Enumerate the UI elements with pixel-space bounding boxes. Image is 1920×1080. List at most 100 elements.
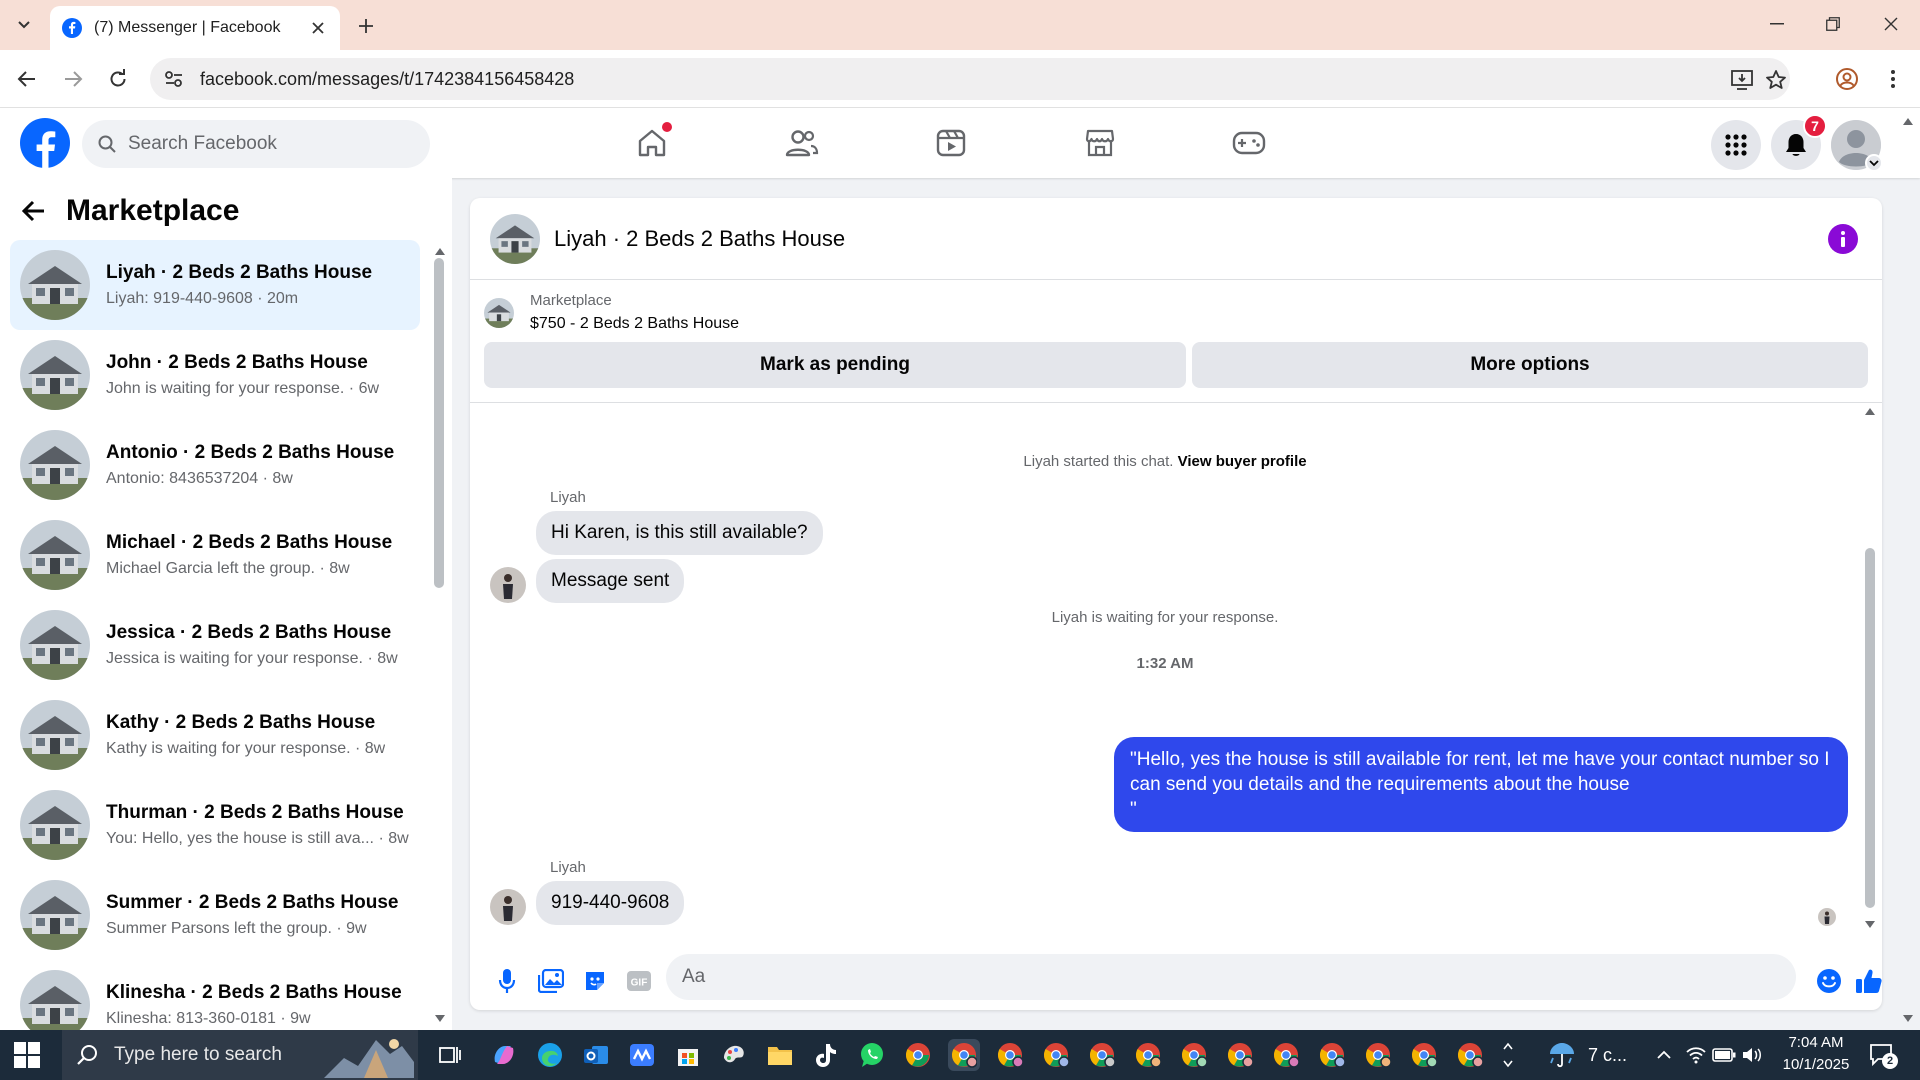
nav-video[interactable] (911, 118, 991, 168)
chrome-profile-app[interactable] (1454, 1039, 1486, 1071)
show-hidden-icons-button[interactable] (1648, 1039, 1680, 1071)
conversation-info-button[interactable] (1828, 224, 1858, 254)
listing-summary[interactable]: Marketplace $750 - 2 Beds 2 Baths House (484, 292, 739, 333)
facebook-logo[interactable] (20, 118, 70, 168)
conversation-item[interactable]: Jessica · 2 Beds 2 Baths House Jessica i… (10, 600, 420, 690)
profile-button[interactable] (1832, 64, 1862, 94)
attach-photo-button[interactable] (536, 966, 566, 996)
conversation-item[interactable]: Liyah · 2 Beds 2 Baths House Liyah: 919-… (10, 240, 420, 330)
conversation-item[interactable]: Antonio · 2 Beds 2 Baths House Antonio: … (10, 420, 420, 510)
install-app-button[interactable] (1730, 68, 1754, 92)
scroll-up-arrow-icon[interactable] (1864, 406, 1876, 416)
outgoing-message[interactable]: "Hello, yes the house is still available… (1114, 737, 1848, 832)
chrome-profile-app[interactable] (1362, 1039, 1394, 1071)
sidebar-scrollbar-thumb[interactable] (434, 258, 444, 588)
chat-title[interactable]: Liyah · 2 Beds 2 Baths House (554, 226, 845, 252)
window-restore-button[interactable] (1810, 6, 1856, 42)
incoming-message[interactable]: Hi Karen, is this still available? (536, 511, 823, 555)
new-tab-button[interactable] (352, 12, 380, 40)
scroll-down-arrow-icon[interactable] (1864, 920, 1876, 930)
conversation-item[interactable]: Kathy · 2 Beds 2 Baths House Kathy is wa… (10, 690, 420, 780)
account-chevron[interactable] (1865, 154, 1883, 172)
notifications-button[interactable]: 7 (1771, 114, 1827, 170)
store-app[interactable] (672, 1039, 704, 1071)
tab-close-button[interactable] (308, 18, 328, 38)
chrome-profile-app[interactable] (1408, 1039, 1440, 1071)
clock-time[interactable]: 7:04 AM (1776, 1034, 1856, 1051)
chat-avatar[interactable] (490, 213, 540, 264)
window-minimize-button[interactable] (1754, 6, 1800, 42)
active-tab[interactable]: (7) Messenger | Facebook (50, 6, 340, 50)
whiteboard-app[interactable] (626, 1039, 658, 1071)
page-scroll-up-arrow-icon[interactable] (1902, 116, 1914, 126)
bookmark-button[interactable] (1764, 68, 1788, 92)
whatsapp-app[interactable] (856, 1039, 888, 1071)
volume-control[interactable] (1736, 1039, 1768, 1071)
chrome-profile-app[interactable] (994, 1039, 1026, 1071)
incoming-message[interactable]: Message sent (536, 559, 685, 603)
scroll-down-arrow-icon[interactable] (434, 1014, 446, 1024)
file-explorer-app[interactable] (764, 1039, 796, 1071)
incoming-message[interactable]: 919-440-9608 (536, 881, 685, 925)
tiktok-app[interactable] (810, 1039, 842, 1071)
weather-widget[interactable] (1546, 1039, 1578, 1071)
sticker-button[interactable] (580, 966, 610, 996)
back-button[interactable] (12, 64, 42, 94)
mark-as-pending-button[interactable]: Mark as pending (484, 342, 1186, 388)
chrome-profile-app[interactable] (1132, 1039, 1164, 1071)
weather-text[interactable]: 7 c... (1588, 1045, 1627, 1066)
send-like-button[interactable] (1854, 966, 1882, 996)
browser-toolbar: facebook.com/messages/t/1742384156458428 (0, 50, 1920, 108)
chrome-profile-app[interactable] (1040, 1039, 1072, 1071)
nav-friends[interactable] (762, 118, 842, 168)
windows-start-icon[interactable] (14, 1042, 40, 1068)
menu-button[interactable] (1711, 120, 1761, 170)
chrome-app[interactable] (902, 1039, 934, 1071)
chat-scrollbar-thumb[interactable] (1865, 548, 1875, 908)
chrome-profile-app[interactable] (1086, 1039, 1118, 1071)
conversation-item[interactable]: Thurman · 2 Beds 2 Baths House You: Hell… (10, 780, 420, 870)
edge-app[interactable] (534, 1039, 566, 1071)
conversation-item[interactable]: Michael · 2 Beds 2 Baths House Michael G… (10, 510, 420, 600)
notification-center-button[interactable]: 2 (1866, 1039, 1898, 1071)
chrome-profile-app[interactable] (1316, 1039, 1348, 1071)
message-input-box[interactable] (666, 954, 1796, 1000)
emoji-button[interactable] (1814, 966, 1844, 996)
page-scroll-down-arrow-icon[interactable] (1902, 1014, 1914, 1024)
clock-date[interactable]: 10/1/2025 (1776, 1056, 1856, 1073)
nav-marketplace[interactable] (1060, 118, 1140, 168)
voice-clip-button[interactable] (492, 966, 522, 996)
scroll-up-arrow-icon[interactable] (434, 246, 446, 256)
facebook-search-box[interactable] (82, 120, 430, 168)
view-buyer-profile-link[interactable]: View buyer profile (1178, 453, 1307, 470)
sender-avatar[interactable] (490, 889, 526, 925)
account-avatar[interactable] (1831, 120, 1883, 172)
nav-home[interactable] (612, 118, 692, 168)
forward-button[interactable] (58, 64, 88, 94)
address-bar[interactable]: facebook.com/messages/t/1742384156458428 (150, 58, 1790, 100)
conversation-item[interactable]: John · 2 Beds 2 Baths House John is wait… (10, 330, 420, 420)
more-options-button[interactable]: More options (1192, 342, 1868, 388)
chrome-profile-app[interactable] (1270, 1039, 1302, 1071)
conversation-item[interactable]: Klinesha · 2 Beds 2 Baths House Klinesha… (10, 960, 420, 1030)
sender-avatar[interactable] (490, 567, 526, 603)
outlook-app[interactable] (580, 1039, 612, 1071)
tab-search-button[interactable] (10, 12, 38, 38)
conversation-item[interactable]: Summer · 2 Beds 2 Baths House Summer Par… (10, 870, 420, 960)
taskbar-overflow-arrows[interactable] (1500, 1039, 1516, 1071)
chrome-profile-app[interactable] (1178, 1039, 1210, 1071)
message-input[interactable] (682, 966, 1742, 988)
chrome-profile-app[interactable] (948, 1039, 980, 1071)
paint-app[interactable] (718, 1039, 750, 1071)
browser-menu-button[interactable] (1878, 64, 1908, 94)
taskbar-search-box[interactable]: Type here to search (62, 1030, 418, 1080)
gif-button[interactable]: GIF (624, 966, 654, 996)
facebook-search-input[interactable] (128, 133, 388, 155)
copilot-app[interactable] (488, 1039, 520, 1071)
chrome-profile-app[interactable] (1224, 1039, 1256, 1071)
sidebar-back-button[interactable] (22, 200, 46, 222)
task-view-button[interactable] (434, 1039, 466, 1071)
nav-gaming[interactable] (1209, 118, 1289, 168)
reload-button[interactable] (103, 64, 133, 94)
window-close-button[interactable] (1868, 6, 1914, 42)
